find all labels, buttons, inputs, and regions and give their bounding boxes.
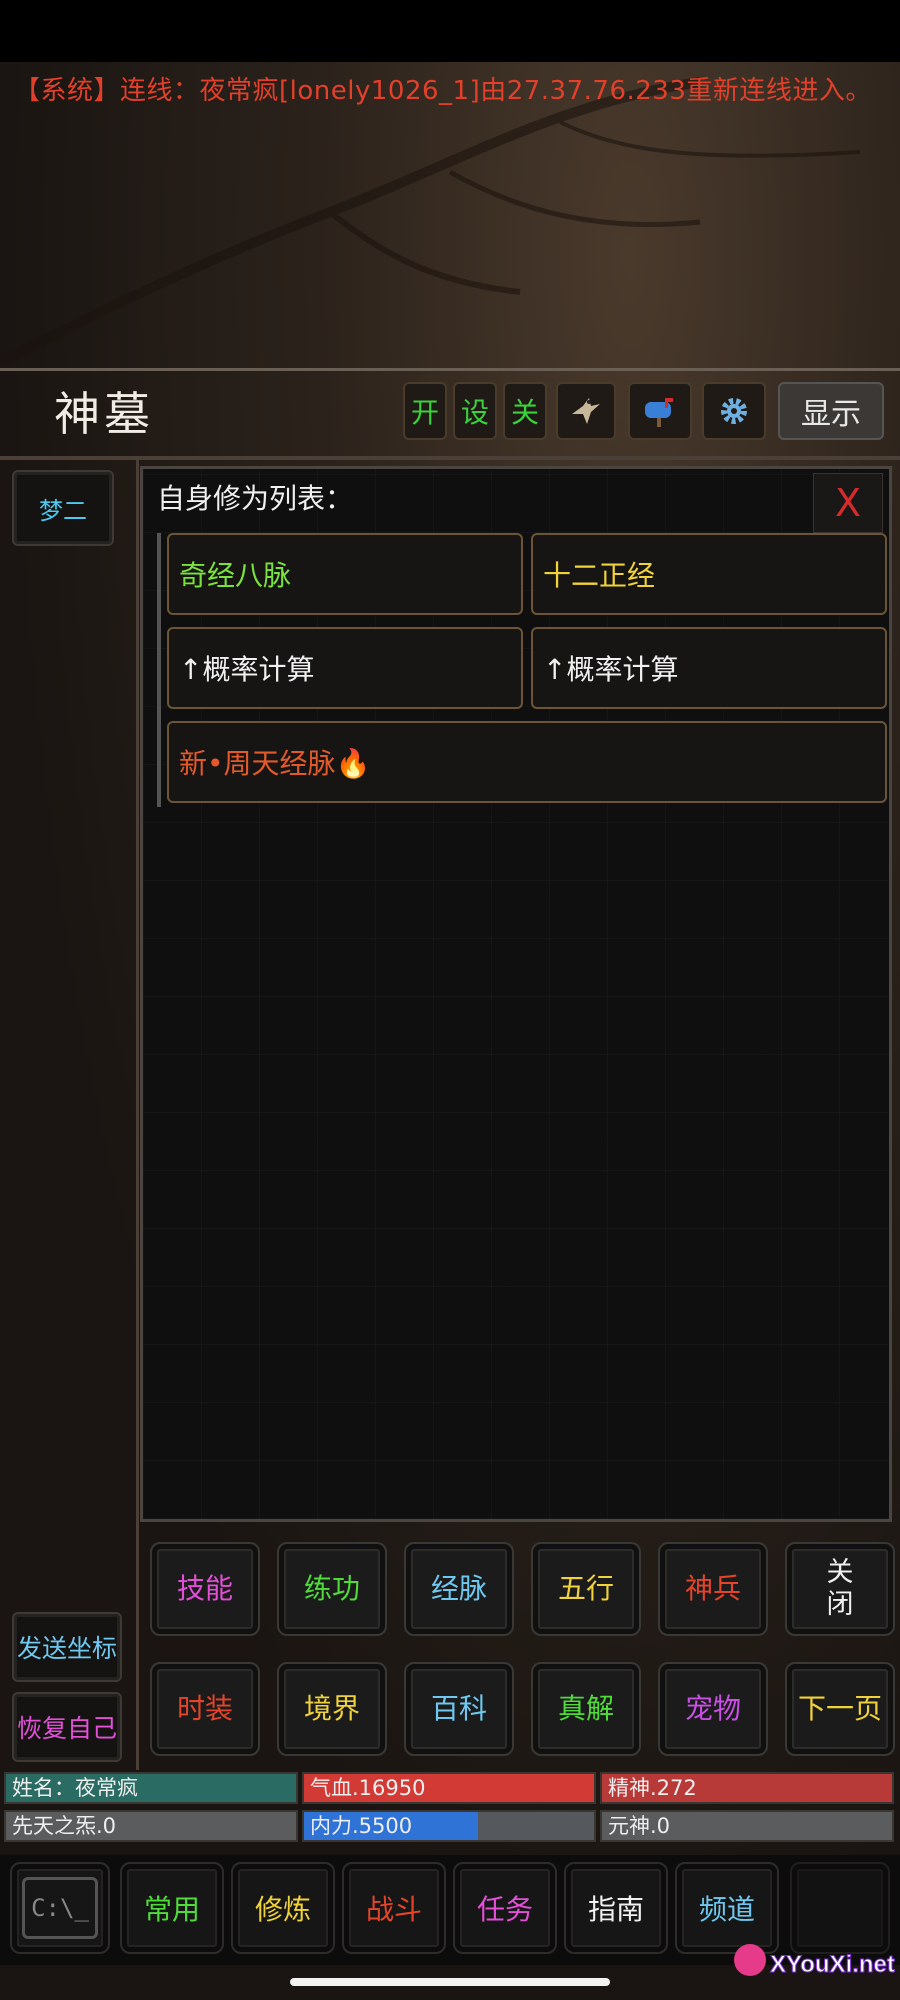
twelve-meridians-button[interactable]: 十二正经: [531, 533, 887, 615]
show-button[interactable]: 显示: [778, 382, 884, 440]
menu-row1-button-2[interactable]: 经脉: [404, 1542, 514, 1636]
left-column: [0, 460, 139, 1770]
inner-power-value: 内力.5500: [310, 1814, 413, 1838]
menu-row2-button-5[interactable]: 下一页: [785, 1662, 895, 1756]
close-toggle-button[interactable]: 关: [503, 382, 547, 440]
settings-toggle-button[interactable]: 设: [453, 382, 497, 440]
close-panel-button[interactable]: X: [813, 473, 883, 533]
panel-title: 自身修为列表：: [157, 482, 354, 515]
menu-row1-button-4[interactable]: 神兵: [658, 1542, 768, 1636]
player-name: 姓名：夜常疯: [12, 1776, 138, 1800]
name-bar: 姓名：夜常疯: [4, 1772, 298, 1804]
meridian-eight-extra-button[interactable]: 奇经八脉: [167, 533, 523, 615]
spirit-value: 精神.272: [608, 1776, 697, 1800]
menu-row1-button-5[interactable]: 关闭: [785, 1542, 895, 1636]
bottom-nav-button-0[interactable]: 常用: [120, 1862, 224, 1954]
cultivation-list-panel: 自身修为列表： X 奇经八脉 十二正经 ↑概率计算 ↑概率计算 新•周天经脉🔥: [140, 466, 892, 1522]
gear-icon[interactable]: [702, 382, 766, 440]
svg-text:XYouXi.net: XYouXi.net: [770, 1951, 895, 1978]
menu-row2-button-0[interactable]: 时装: [150, 1662, 260, 1756]
innate-value: 先天之炁.0: [12, 1814, 117, 1838]
spirit-bar: 精神.272: [600, 1772, 894, 1804]
console-label: C:\_: [22, 1877, 98, 1939]
menu-row2-button-1[interactable]: 境界: [277, 1662, 387, 1756]
menu-row2-button-3[interactable]: 真解: [531, 1662, 641, 1756]
header-divider: [0, 368, 900, 371]
yuanshen-value: 元神.0: [608, 1814, 671, 1838]
probability-calc-button-right[interactable]: ↑概率计算: [531, 627, 887, 709]
bottom-nav-button-3[interactable]: 任务: [453, 1862, 557, 1954]
bottom-nav-button-1[interactable]: 修炼: [231, 1862, 335, 1954]
menu-row1-button-1[interactable]: 练功: [277, 1542, 387, 1636]
innate-bar: 先天之炁.0: [4, 1810, 298, 1842]
system-message: 【系统】连线：夜常疯[lonely1026_1]由27.37.76.233重新连…: [14, 76, 872, 106]
open-toggle-button[interactable]: 开: [403, 382, 447, 440]
meng-er-button[interactable]: 梦二: [12, 470, 114, 546]
mailbox-icon[interactable]: [628, 382, 692, 440]
panel-scrollbar[interactable]: [157, 533, 161, 807]
eagle-icon[interactable]: [556, 382, 616, 440]
hp-bar: 气血.16950: [302, 1772, 596, 1804]
home-indicator[interactable]: [290, 1978, 610, 1986]
yuanshen-bar: 元神.0: [600, 1810, 894, 1842]
menu-row2-button-2[interactable]: 百科: [404, 1662, 514, 1756]
menu-row1-button-3[interactable]: 五行: [531, 1542, 641, 1636]
bottom-nav-button-2[interactable]: 战斗: [342, 1862, 446, 1954]
xyouxi-watermark-logo: XYouXi.net: [734, 1944, 895, 1979]
restore-self-button[interactable]: 恢复自己: [12, 1692, 122, 1762]
bottom-nav-button-4[interactable]: 指南: [564, 1862, 668, 1954]
probability-calc-button-left[interactable]: ↑概率计算: [167, 627, 523, 709]
new-zhoutian-meridian-button[interactable]: 新•周天经脉🔥: [167, 721, 887, 803]
map-title: 神墓: [54, 387, 154, 441]
menu-row1-button-0[interactable]: 技能: [150, 1542, 260, 1636]
console-icon[interactable]: C:\_: [10, 1862, 110, 1954]
menu-row2-button-4[interactable]: 宠物: [658, 1662, 768, 1756]
send-coordinates-button[interactable]: 发送坐标: [12, 1612, 122, 1682]
hp-value: 气血.16950: [310, 1776, 426, 1800]
inner-power-bar: 内力.5500: [302, 1810, 596, 1842]
